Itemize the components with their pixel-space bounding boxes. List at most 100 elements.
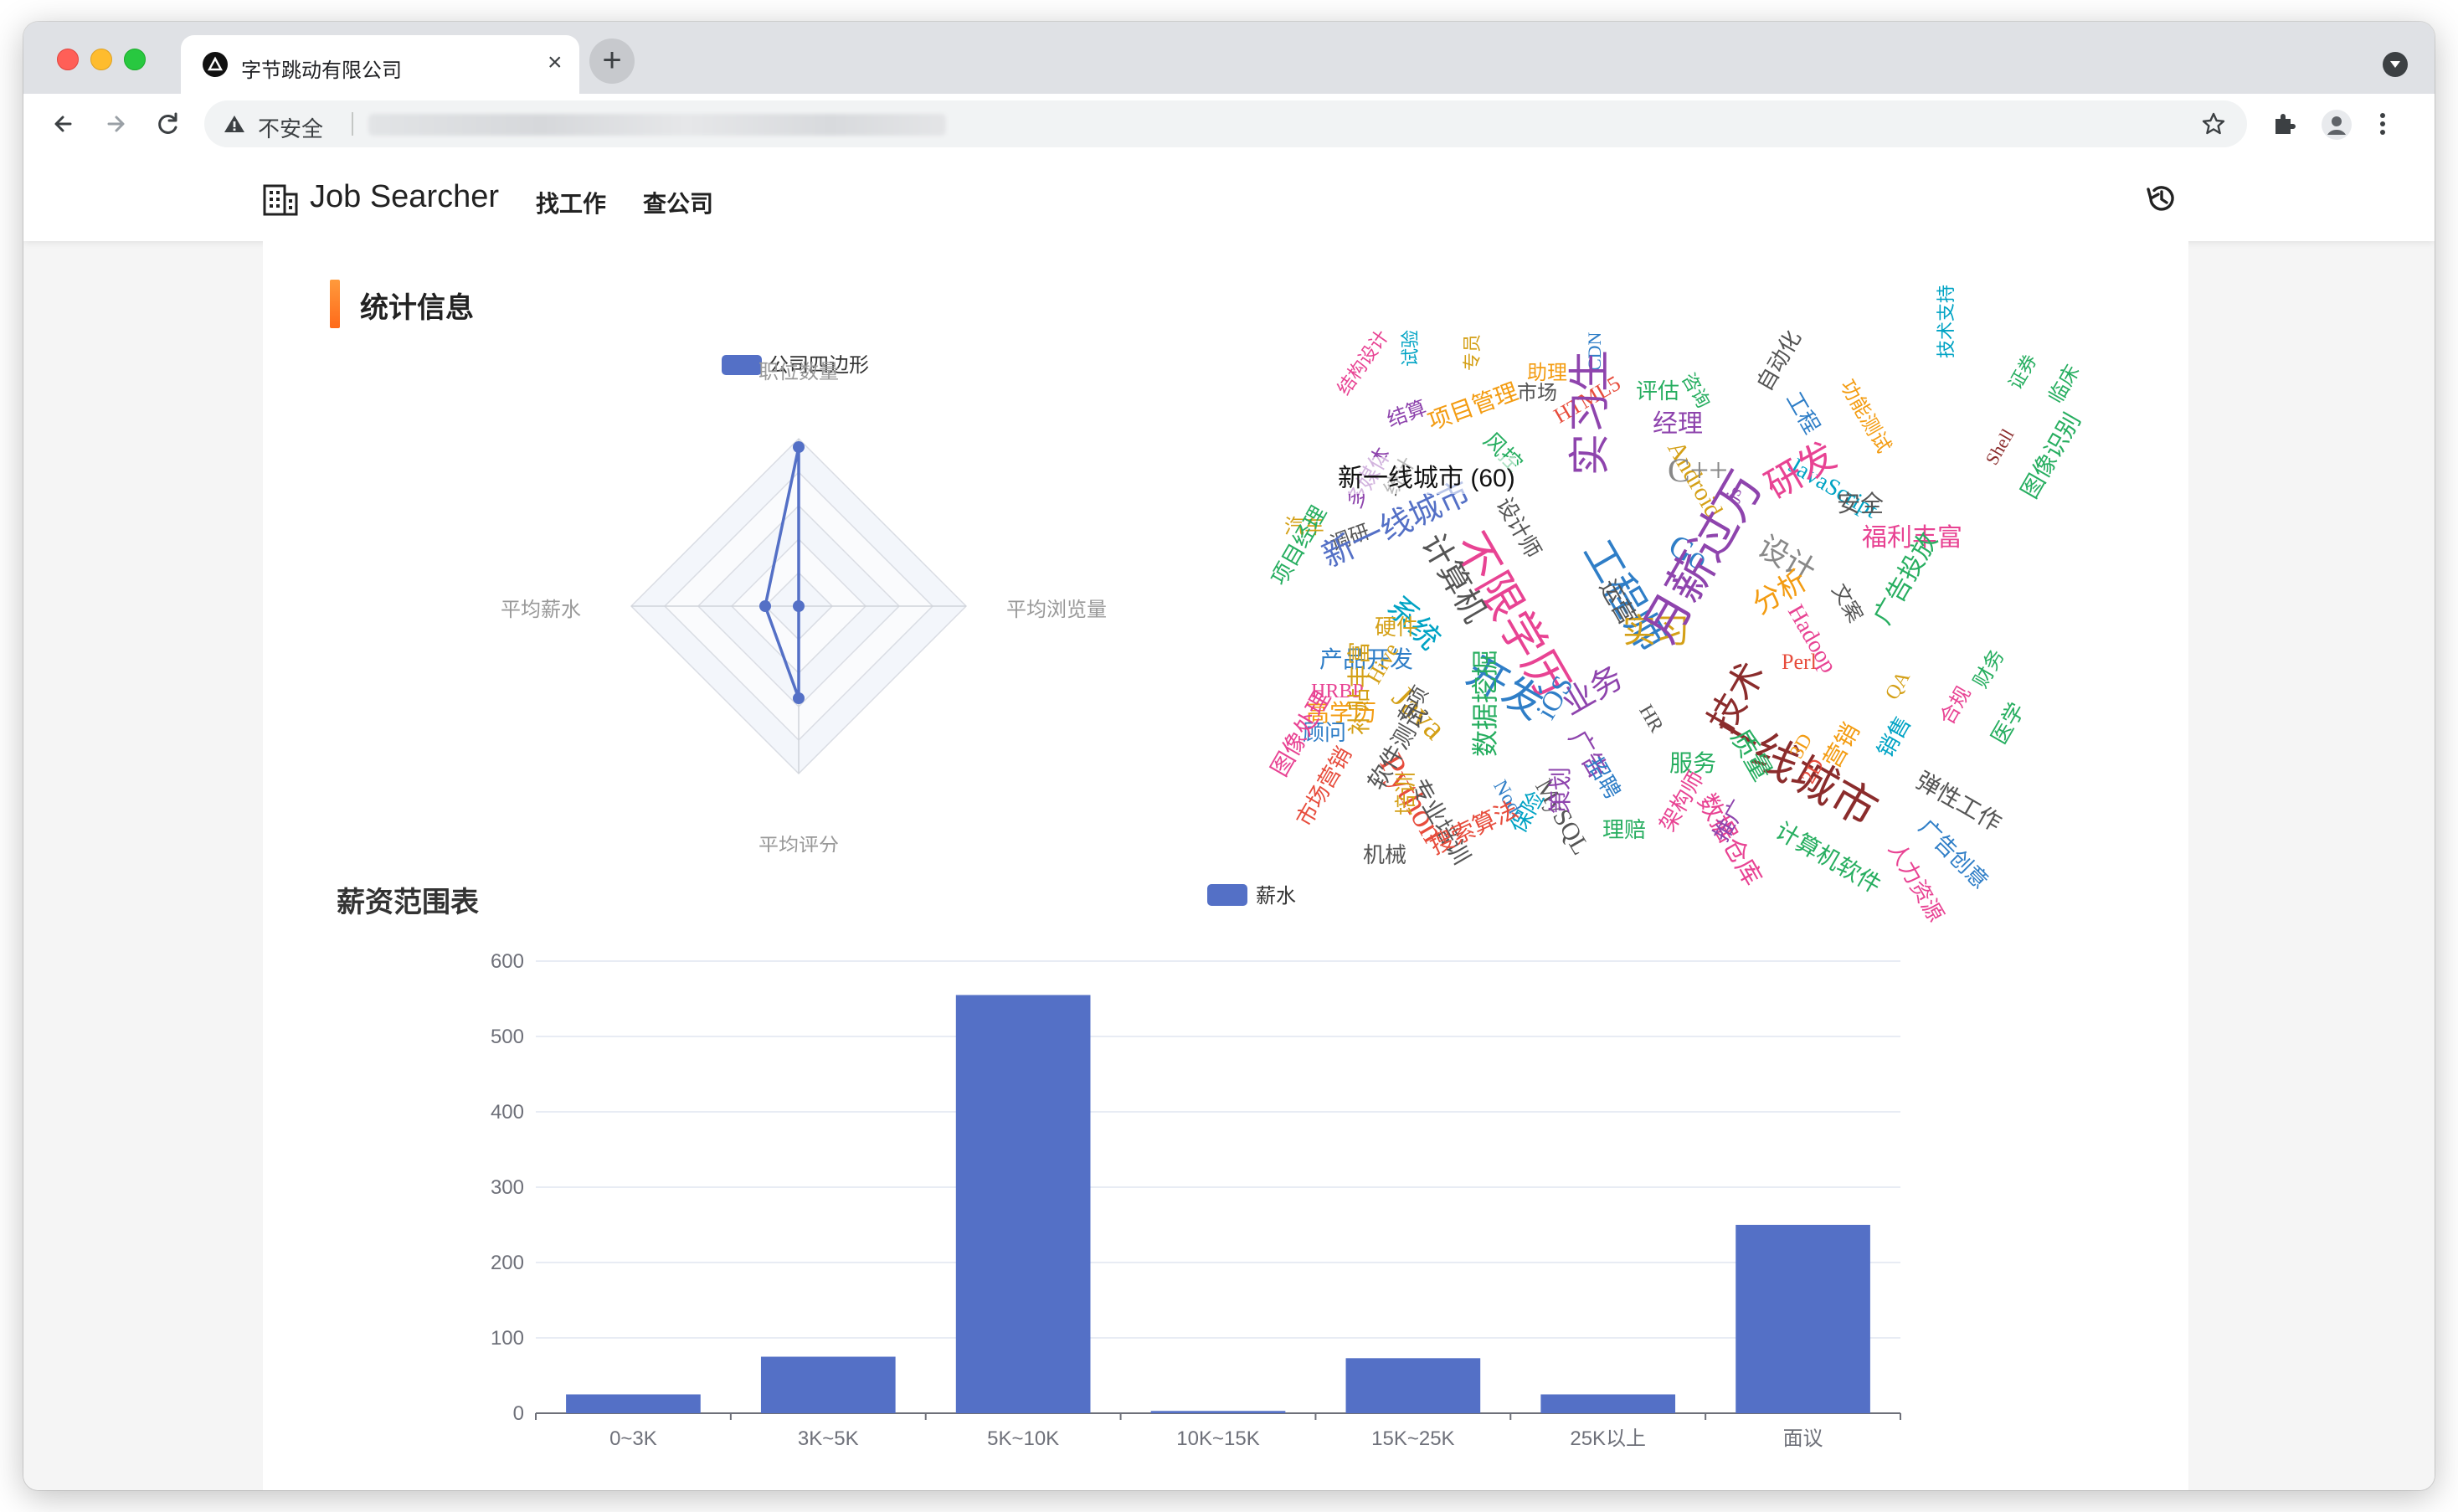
word-cloud-word[interactable]: 助理: [1527, 363, 1567, 383]
word-cloud-word[interactable]: 经理: [1653, 412, 1703, 437]
radar-legend-swatch: [722, 355, 762, 375]
word-cloud-word[interactable]: 补贴丰富: [1346, 641, 1372, 735]
bookmark-star-icon[interactable]: [2200, 111, 2227, 141]
word-cloud-word[interactable]: Shell: [1981, 425, 2018, 469]
new-tab-button[interactable]: +: [589, 39, 635, 84]
bar-legend[interactable]: 薪水: [1207, 884, 1296, 908]
salary-bar[interactable]: [566, 1394, 701, 1414]
radar-indicator-top: 职位数量: [758, 361, 839, 383]
word-cloud-word[interactable]: 功能测试: [1835, 376, 1895, 457]
radar-point[interactable]: [793, 600, 805, 612]
word-cloud-word[interactable]: 结构设计: [1333, 327, 1392, 399]
salary-bar[interactable]: [955, 995, 1091, 1414]
radar-point[interactable]: [759, 600, 771, 612]
y-tick-label: 100: [491, 1327, 524, 1350]
word-cloud-word[interactable]: 市场: [1517, 383, 1557, 404]
minimize-window-button[interactable]: [90, 49, 112, 70]
word-cloud-word[interactable]: 安全: [1837, 492, 1884, 516]
word-cloud-word[interactable]: 试验: [1400, 330, 1421, 367]
radar-point[interactable]: [793, 692, 805, 704]
word-cloud-word[interactable]: 证券: [2004, 351, 2041, 393]
favicon-icon: [203, 52, 228, 77]
x-tick-label: 25K以上: [1570, 1427, 1646, 1450]
warning-icon[interactable]: [223, 112, 246, 140]
word-cloud-word[interactable]: 实习生: [1566, 350, 1613, 476]
browser-toolbar: 不安全: [23, 94, 2435, 155]
main-content: 统计信息 公司四边形 职位数量 平均浏览量 平均评分 平均薪水 结构设计 试验 专员…: [263, 241, 2188, 1490]
y-tick-label: 0: [513, 1402, 524, 1425]
browser-tab[interactable]: 字节跳动有限公司 ×: [181, 35, 579, 94]
section-accent-bar: [330, 280, 340, 328]
back-icon[interactable]: [45, 105, 82, 142]
y-tick-label: 200: [491, 1252, 524, 1274]
nav-find-job[interactable]: 找工作: [536, 186, 606, 219]
word-cloud-word[interactable]: 结算: [1384, 397, 1429, 432]
word-cloud-word[interactable]: 咨询: [1678, 369, 1715, 412]
word-cloud-word[interactable]: 培训: [1393, 772, 1418, 815]
word-cloud-word[interactable]: 技术支持: [1936, 285, 1957, 358]
word-cloud-word[interactable]: 自动化: [1751, 326, 1806, 395]
word-cloud-word[interactable]: 工程: [1782, 388, 1825, 438]
menu-dots-icon[interactable]: [2378, 109, 2388, 143]
bar-legend-label: 薪水: [1256, 885, 1296, 908]
word-cloud-word[interactable]: 理赔: [1602, 819, 1646, 841]
word-cloud-word[interactable]: 营销: [1818, 718, 1864, 772]
radar-indicator-right: 平均浏览量: [1006, 599, 1107, 621]
salary-bar[interactable]: [760, 1356, 896, 1414]
section-title: 统计信息: [360, 292, 474, 324]
word-cloud-word[interactable]: 临床: [2044, 361, 2084, 407]
salary-bar[interactable]: [1540, 1394, 1676, 1414]
history-icon[interactable]: [2142, 179, 2180, 222]
radar-point[interactable]: [793, 441, 805, 453]
browser-window: 字节跳动有限公司 × + 不安全 Job Searcher 找工作 查公司 统计…: [23, 22, 2435, 1490]
x-tick-label: 0~3K: [609, 1427, 657, 1450]
web-page: Job Searcher 找工作 查公司 统计信息 公司四边形 职位数量 平均浏…: [23, 154, 2435, 1490]
url-text-blurred[interactable]: [368, 114, 946, 136]
word-cloud-word[interactable]: 招聘: [1582, 753, 1626, 803]
x-tick-label: 3K~5K: [798, 1427, 859, 1450]
building-icon[interactable]: [263, 183, 298, 220]
word-cloud-word[interactable]: 合规: [1936, 682, 1975, 728]
word-cloud-word[interactable]: 医学: [1986, 698, 2029, 748]
maximize-window-button[interactable]: [124, 49, 146, 70]
security-label[interactable]: 不安全: [258, 112, 323, 143]
extensions-icon[interactable]: [2269, 109, 2299, 143]
tab-close-icon[interactable]: ×: [548, 50, 563, 75]
word-cloud-word[interactable]: 专员: [1462, 334, 1483, 371]
word-cloud-word[interactable]: 数据挖掘: [1470, 650, 1500, 757]
forward-icon[interactable]: [97, 105, 134, 142]
tab-search-icon[interactable]: [2383, 52, 2408, 77]
radar-chart[interactable]: 公司四边形 职位数量 平均浏览量 平均评分 平均薪水: [263, 350, 1268, 852]
y-tick-label: 500: [491, 1026, 524, 1048]
address-bar[interactable]: 不安全: [204, 100, 2247, 147]
x-tick-label: 15K~25K: [1371, 1427, 1454, 1450]
salary-bar[interactable]: [1345, 1358, 1481, 1413]
word-cloud-word[interactable]: 评估: [1636, 380, 1679, 402]
salary-bar[interactable]: [1150, 1411, 1286, 1413]
word-cloud-word[interactable]: 项目管理: [1424, 378, 1521, 435]
brand-name[interactable]: Job Searcher: [310, 179, 499, 215]
word-cloud-word[interactable]: 硬件: [1375, 616, 1418, 638]
reload-icon[interactable]: [149, 105, 186, 142]
word-cloud-word[interactable]: Perl: [1782, 651, 1817, 673]
close-window-button[interactable]: [57, 49, 79, 70]
word-cloud-word[interactable]: 策划: [1547, 767, 1573, 814]
word-cloud-word[interactable]: 销售: [1872, 712, 1915, 762]
word-cloud-word[interactable]: QA: [1881, 667, 1915, 703]
profile-avatar-icon[interactable]: [2321, 109, 2353, 145]
word-cloud-tooltip: 新一线城市 (60): [1338, 457, 1515, 494]
bar-grid: 0 100 200 300 400 500 600: [491, 950, 1901, 1425]
salary-bar[interactable]: [1736, 1225, 1870, 1413]
y-tick-label: 600: [491, 950, 524, 973]
word-cloud[interactable]: 结构设计 试验 专员 助理 CDN 评估 咨询 自动化 工程 功能测试 技术支持 证券 临床 结算 项目管理…: [1266, 285, 2172, 926]
salary-bar-chart[interactable]: 薪水 0 100 200 300 400 500 600 0~3K 3K~5K 5K~10K 10…: [263, 861, 2188, 1480]
nav-search-company[interactable]: 查公司: [643, 186, 713, 219]
bar-series[interactable]: [566, 995, 1870, 1414]
word-cloud-word[interactable]: 文案: [1827, 580, 1866, 626]
tab-bar: 字节跳动有限公司 × +: [23, 22, 2435, 94]
site-header: Job Searcher 找工作 查公司: [23, 154, 2435, 241]
tab-title: 字节跳动有限公司: [241, 59, 402, 82]
word-cloud-word[interactable]: HR: [1634, 702, 1667, 737]
word-cloud-word[interactable]: 财务: [1969, 645, 2008, 692]
word-cloud-word[interactable]: 图像识别: [2016, 409, 2085, 503]
